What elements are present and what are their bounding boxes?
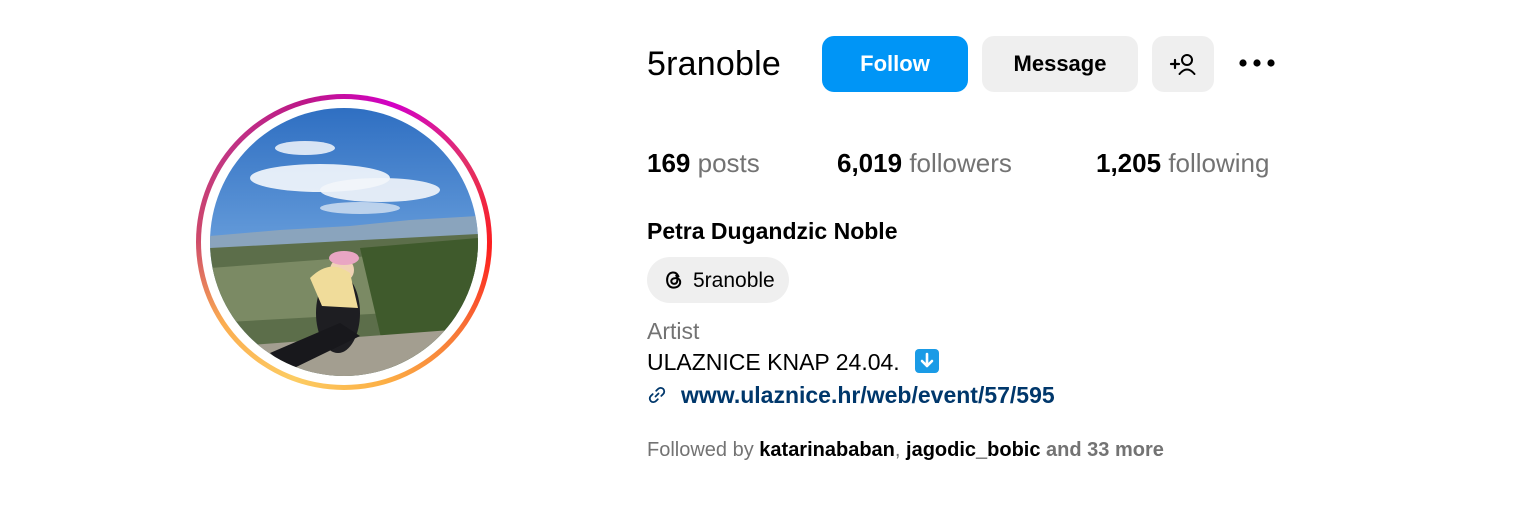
posts-label: posts [697, 148, 760, 178]
threads-handle: 5ranoble [693, 269, 775, 292]
followed-by-prefix: Followed by [647, 439, 754, 461]
down-arrow-emoji-icon [915, 349, 939, 373]
followers-count: 6,019 [837, 148, 903, 178]
followed-by[interactable]: Followed by katarinababan, jagodic_bobic… [647, 436, 1164, 464]
follow-button[interactable]: Follow [822, 36, 968, 92]
mutual-follower-1[interactable]: katarinababan [759, 439, 895, 461]
link-icon [648, 386, 666, 404]
posts-count: 169 [647, 148, 691, 178]
more-options-button[interactable] [1232, 44, 1280, 84]
following-label: following [1168, 148, 1270, 178]
followed-by-more[interactable]: and 33 more [1046, 439, 1164, 461]
posts-stat: 169 posts [647, 145, 760, 181]
profile-username: 5ranoble [647, 45, 781, 83]
mutual-follower-2[interactable]: jagodic_bobic [906, 439, 1040, 461]
profile-avatar[interactable] [210, 108, 478, 376]
story-ring[interactable] [196, 94, 492, 390]
avatar-photo-image [210, 108, 478, 376]
followed-by-separator: , [894, 439, 901, 461]
threads-icon [666, 271, 682, 289]
following-count: 1,205 [1096, 148, 1162, 178]
message-button[interactable]: Message [982, 36, 1138, 92]
suggested-accounts-button[interactable] [1152, 36, 1214, 92]
avatar-border [201, 99, 487, 385]
bio-link-text[interactable]: www.ulaznice.hr/web/event/57/595 [681, 379, 1055, 411]
bio-text: ULAZNICE KNAP 24.04. [647, 349, 900, 375]
followers-stat[interactable]: 6,019 followers [837, 145, 1012, 181]
add-person-icon [1169, 54, 1196, 75]
profile-category: Artist [647, 318, 700, 344]
more-options-icon [1239, 59, 1275, 67]
followers-label: followers [909, 148, 1012, 178]
following-stat[interactable]: 1,205 following [1096, 145, 1269, 181]
threads-badge[interactable]: 5ranoble [647, 257, 789, 303]
profile-full-name: Petra Dugandzic Noble [647, 218, 898, 244]
